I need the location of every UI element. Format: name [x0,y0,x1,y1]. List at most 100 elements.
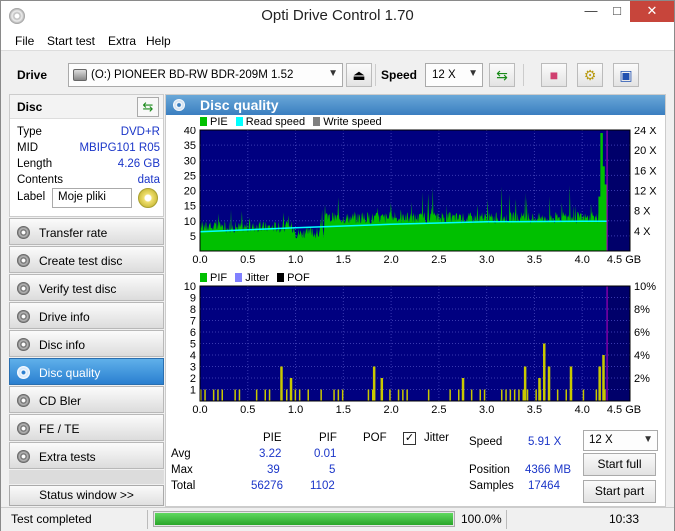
disc-icon [17,254,30,267]
samples-value: 17464 [528,480,560,492]
nav-drive-info[interactable]: Drive info [9,302,164,329]
disc-info-panel: Disc ⇆ Type DVD+R MID MBIPG101 R05 Lengt… [9,94,164,217]
minimize-button[interactable]: — [578,1,604,22]
pif-bar [461,378,465,401]
legend-swatch-jitter [235,273,243,282]
progress-percent: 100.0% [461,512,502,526]
disc-info-key: Length [17,158,53,170]
pif-bar [234,389,236,401]
start-part-button[interactable]: Start part [583,480,656,503]
stats-max-pie: 39 [267,464,280,476]
pif-bar [602,355,605,401]
y-tick-label: 8 [190,304,196,316]
x-tick-label: 2.5 [431,254,446,266]
disc-icon [173,99,185,111]
test-speed-select[interactable]: 12 X ▼ [583,430,658,451]
pif-bar [406,389,408,401]
close-button[interactable]: ✕ [630,1,674,22]
pif-bar [501,389,503,401]
chevron-down-icon: ▼ [468,68,478,79]
speed-readout-value: 5.91 X [528,436,562,448]
x-tick-label: 3.0 [479,254,494,266]
disc-info-value: MBIPG101 R05 [79,142,160,154]
menu-file[interactable]: File [15,34,34,48]
maximize-button[interactable]: □ [604,1,630,22]
x-tick-label: 1.5 [336,404,351,416]
pie-chart: 0.0 0.5 1.0 1.5 2.0 2.5 3.0 3.5 4.0 4.5 GB 5 10 15 20… [184,127,658,266]
title-bar: Opti Drive Control 1.70 — □ ✕ [1,1,674,31]
disc-icon [17,450,30,463]
pif-bar [397,389,400,401]
eject-button[interactable]: ⏏ [346,63,372,87]
y-tick-label: 3 [190,362,196,374]
nav-transfer-rate[interactable]: Transfer rate [9,218,164,245]
disc-refresh-button[interactable]: ⇆ [137,97,159,117]
eraser-icon: ■ [549,67,559,83]
menu-help[interactable]: Help [146,34,171,48]
nav-create-test-disc[interactable]: Create test disc [9,246,164,273]
nav-extra-tests[interactable]: Extra tests [9,442,164,469]
drive-select-value: (O:) PIONEER BD-RW BDR-209M 1.52 [91,69,294,81]
x-tick-label: 2.0 [383,254,398,266]
x-tick-label: 0.0 [192,404,207,416]
nav-label: Extra tests [39,450,96,464]
y2-tick-label: 2% [634,373,650,385]
legend-swatch-pof [277,273,285,282]
y-tick-label: 4 [190,350,196,362]
pif-chart: 0.0 0.5 1.0 1.5 2.0 2.5 3.0 3.5 4.0 4.5 GB 1234567… [184,282,656,416]
panel-header: Disc quality [166,95,665,115]
disc-info-key: Type [17,126,42,138]
y-tick-label: 6 [190,327,196,339]
window-title: Opti Drive Control 1.70 [261,7,414,24]
pif-bar [547,366,551,401]
nav-verify-test-disc[interactable]: Verify test disc [9,274,164,301]
disc-label-input[interactable]: Moje pliki [52,188,132,208]
drive-select[interactable]: (O:) PIONEER BD-RW BDR-209M 1.52 ▼ [68,63,343,87]
pif-bar [479,389,481,401]
chevron-down-icon: ▼ [328,68,338,79]
x-tick-label: 3.0 [479,404,494,416]
disc-icon [17,422,30,435]
disc-label-button[interactable] [138,188,158,208]
plot-area [200,286,630,401]
pif-bar [513,389,516,401]
toolbar-divider [375,64,376,86]
nav-label: Disc info [39,338,86,352]
speed-select-value: 12 X [432,69,456,81]
disc-icon [17,366,30,379]
nav-cd-bler[interactable]: CD Bler [9,386,164,413]
settings-button[interactable]: ⚙ [577,63,603,87]
erase-button[interactable]: ■ [541,63,567,87]
pif-bar [582,389,585,401]
y-tick-label: 9 [190,293,196,305]
test-speed-value: 12 X [589,434,613,446]
x-tick-label: 4.0 [575,254,590,266]
pif-bar [535,389,537,401]
save-button[interactable]: ▣ [613,63,639,87]
refresh-speeds-button[interactable]: ⇆ [489,63,515,87]
status-divider [147,510,148,529]
y-tick-label: 25 [184,170,196,182]
position-label: Position [469,464,510,476]
eject-icon: ⏏ [352,67,366,83]
menu-start-test[interactable]: Start test [47,34,95,48]
speed-label: Speed [381,68,418,82]
jitter-checkbox[interactable]: ✓ [403,432,416,445]
x-tick-label: 1.5 [336,254,351,266]
x-tick-label: 4.0 [575,404,590,416]
stats-avg-pif: 0.01 [314,448,337,460]
nav-disc-quality[interactable]: Disc quality [9,358,164,385]
refresh-icon: ⇆ [142,99,154,114]
speed-select[interactable]: 12 X ▼ [425,63,483,87]
nav-disc-info[interactable]: Disc info [9,330,164,357]
pif-bar [402,389,404,401]
y-tick-label: 20 [184,186,196,198]
menu-extra[interactable]: Extra [108,34,136,48]
nav-fe-te[interactable]: FE / TE [9,414,164,441]
status-text: Test completed [11,512,92,526]
x-tick-label: 4.5 GB [607,404,641,416]
start-full-button[interactable]: Start full [583,453,656,476]
pif-bar [320,389,322,401]
status-window-button[interactable]: Status window >> [9,485,164,506]
stats-avg-pie: 3.22 [259,448,282,460]
